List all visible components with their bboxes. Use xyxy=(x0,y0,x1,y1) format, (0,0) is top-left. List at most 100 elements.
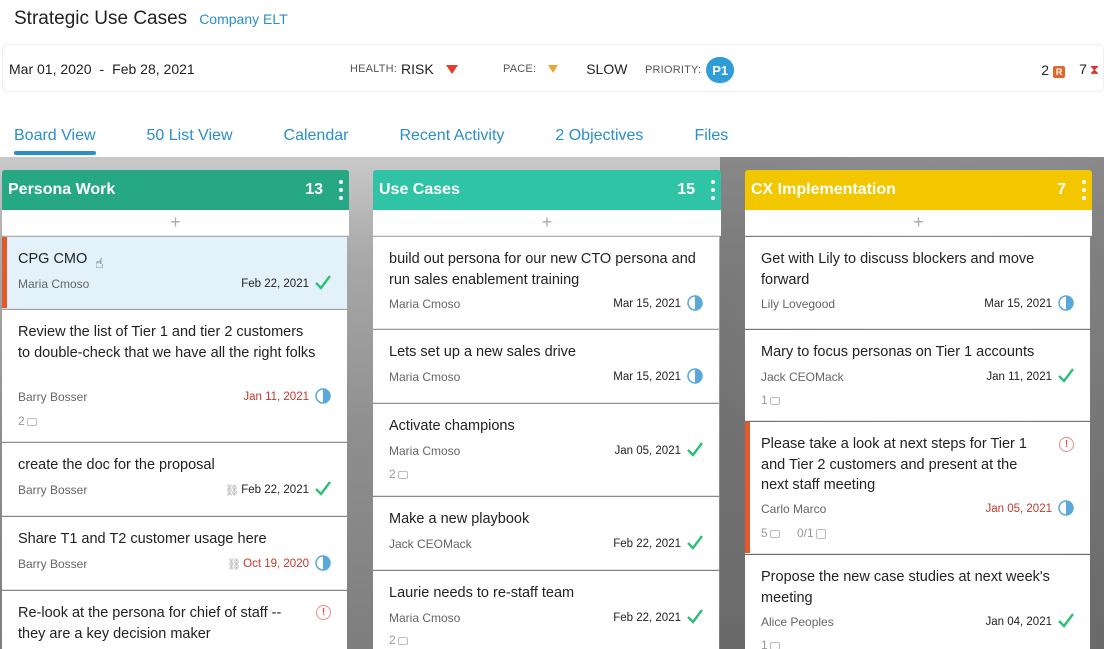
comment-count[interactable]: 5 xyxy=(761,526,780,540)
check-icon xyxy=(1058,613,1074,628)
comment-count[interactable]: 1 xyxy=(761,638,780,649)
kanban-board: Persona Work 13 + CPG CMO ☝ Maria Cmoso … xyxy=(0,157,1104,649)
column-count: 15 xyxy=(677,181,695,198)
column-count: 13 xyxy=(305,181,323,198)
column-use-cases: Use Cases 15 + build out persona for our… xyxy=(373,170,721,649)
card-due-date: Jan 05, 2021 xyxy=(614,445,681,457)
tab-objectives[interactable]: 2 Objectives xyxy=(555,127,643,153)
card[interactable]: Review the list of Tier 1 and tier 2 cus… xyxy=(2,310,347,442)
card[interactable]: CPG CMO ☝ Maria Cmoso Feb 22, 2021 xyxy=(2,237,347,309)
pace-indicator[interactable]: PACE: SLOW xyxy=(503,61,627,77)
column-header: CX Implementation 7 xyxy=(745,170,1092,210)
card[interactable]: Mary to focus personas on Tier 1 account… xyxy=(745,330,1090,421)
column-title: Persona Work xyxy=(8,181,116,198)
add-card-button[interactable]: + xyxy=(373,210,721,236)
triangle-down-icon xyxy=(548,65,559,73)
comment-icon xyxy=(26,417,37,426)
link-icon: ⛓ xyxy=(225,485,239,497)
comment-count[interactable]: 2 xyxy=(389,633,408,647)
column-count: 7 xyxy=(1057,181,1066,198)
card-title: Please take a look at next steps for Tie… xyxy=(761,436,1027,493)
card-title: Share T1 and T2 customer usage here xyxy=(18,531,267,547)
card-assignee: Barry Bosser xyxy=(18,390,88,404)
tab-list-view[interactable]: 50 List View xyxy=(147,127,233,153)
counters: 2R 7 ⧗ xyxy=(1041,61,1099,78)
card[interactable]: Re-look at the persona for chief of staf… xyxy=(2,591,347,649)
half-circle-icon xyxy=(687,368,703,384)
card-due-date: Mar 15, 2021 xyxy=(613,298,681,310)
risk-counter[interactable]: 2R xyxy=(1041,61,1066,78)
check-icon xyxy=(687,609,703,624)
tab-files[interactable]: Files xyxy=(694,127,728,153)
date-separator: - xyxy=(99,61,105,77)
page-title: Strategic Use Cases xyxy=(14,8,188,29)
kebab-menu-icon[interactable] xyxy=(1082,180,1086,200)
add-card-button[interactable]: + xyxy=(2,210,349,236)
kebab-menu-icon[interactable] xyxy=(339,180,343,200)
overdue-count: 7 xyxy=(1079,61,1087,77)
comment-icon xyxy=(769,641,780,649)
card-due-date: Jan 05, 2021 xyxy=(985,503,1052,515)
half-circle-icon xyxy=(687,295,703,311)
page-header: Strategic Use Cases Company ELT xyxy=(14,8,288,30)
card-assignee: Maria Cmoso xyxy=(389,444,461,458)
comment-icon xyxy=(397,636,408,645)
card[interactable]: Lets set up a new sales drive Maria Cmos… xyxy=(373,330,719,403)
tab-recent-activity[interactable]: Recent Activity xyxy=(399,127,504,153)
card-due-date: Feb 22, 2021 xyxy=(241,278,309,290)
check-icon xyxy=(1058,368,1074,383)
kebab-menu-icon[interactable] xyxy=(711,180,715,200)
overdue-counter[interactable]: 7 ⧗ xyxy=(1079,61,1099,78)
card-assignee: Maria Cmoso xyxy=(389,297,461,311)
card[interactable]: build out persona for our new CTO person… xyxy=(373,237,719,329)
card[interactable]: Activate champions Maria Cmoso Jan 05, 2… xyxy=(373,404,719,496)
link-icon: ⛓ xyxy=(227,559,241,571)
risk-count: 2 xyxy=(1041,61,1050,78)
card-due-date: Feb 22, 2021 xyxy=(613,538,681,550)
card[interactable]: Make a new playbook Jack CEOMack Feb 22,… xyxy=(373,497,719,570)
comment-count[interactable]: 2 xyxy=(18,414,37,428)
card-due-date: Mar 15, 2021 xyxy=(613,371,681,383)
card-assignee: Jack CEOMack xyxy=(389,537,472,551)
column-persona-work: Persona Work 13 + CPG CMO ☝ Maria Cmoso … xyxy=(2,170,349,649)
pace-label: PACE: xyxy=(503,63,537,75)
card-title: Make a new playbook xyxy=(389,511,530,527)
card-due-date: Jan 04, 2021 xyxy=(985,616,1052,628)
column-header: Use Cases 15 xyxy=(373,170,721,210)
comment-count[interactable]: 2 xyxy=(389,467,408,481)
date-range[interactable]: Mar 01, 2020- Feb 28, 2021 xyxy=(9,61,195,77)
warning-icon: ! xyxy=(316,605,331,620)
card-title: Mary to focus personas on Tier 1 account… xyxy=(761,344,1035,360)
priority-indicator[interactable]: PRIORITY: P1 xyxy=(645,57,735,83)
priority-badge: P1 xyxy=(706,57,735,83)
card-due-date: Jan 11, 2021 xyxy=(243,391,309,403)
checklist-icon xyxy=(815,528,826,539)
card[interactable]: Propose the new case studies at next wee… xyxy=(745,555,1090,649)
checklist-count[interactable]: 0/1 xyxy=(797,526,826,540)
card-assignee: Maria Cmoso xyxy=(389,611,461,625)
card-assignee: Lily Lovegood xyxy=(761,297,836,311)
comment-icon xyxy=(397,470,408,479)
tab-board-view[interactable]: Board View xyxy=(14,127,96,155)
card-assignee: Barry Bosser xyxy=(18,557,88,571)
page-subtitle-link[interactable]: Company ELT xyxy=(199,11,287,27)
check-icon xyxy=(687,535,703,550)
priority-label: PRIORITY: xyxy=(645,64,702,76)
column-header: Persona Work 13 xyxy=(2,170,349,210)
health-indicator[interactable]: HEALTH: RISK xyxy=(350,61,458,77)
card[interactable]: Get with Lily to discuss blockers and mo… xyxy=(745,237,1090,329)
triangle-down-icon xyxy=(445,64,458,74)
card[interactable]: Share T1 and T2 customer usage here Barr… xyxy=(2,517,347,590)
start-date: Mar 01, 2020 xyxy=(9,61,92,77)
column-cx-implementation: CX Implementation 7 + Get with Lily to d… xyxy=(745,170,1092,649)
card[interactable]: Please take a look at next steps for Tie… xyxy=(745,422,1090,554)
column-title: CX Implementation xyxy=(751,181,896,198)
card[interactable]: create the doc for the proposal Barry Bo… xyxy=(2,443,347,516)
view-tabs: Board View 50 List View Calendar Recent … xyxy=(14,127,779,155)
card-assignee: Carlo Marco xyxy=(761,502,827,516)
comment-count[interactable]: 1 xyxy=(761,393,780,407)
tab-calendar[interactable]: Calendar xyxy=(284,127,349,153)
half-circle-icon xyxy=(1058,500,1074,516)
card[interactable]: Laurie needs to re-staff team Maria Cmos… xyxy=(373,571,719,649)
add-card-button[interactable]: + xyxy=(745,210,1092,236)
